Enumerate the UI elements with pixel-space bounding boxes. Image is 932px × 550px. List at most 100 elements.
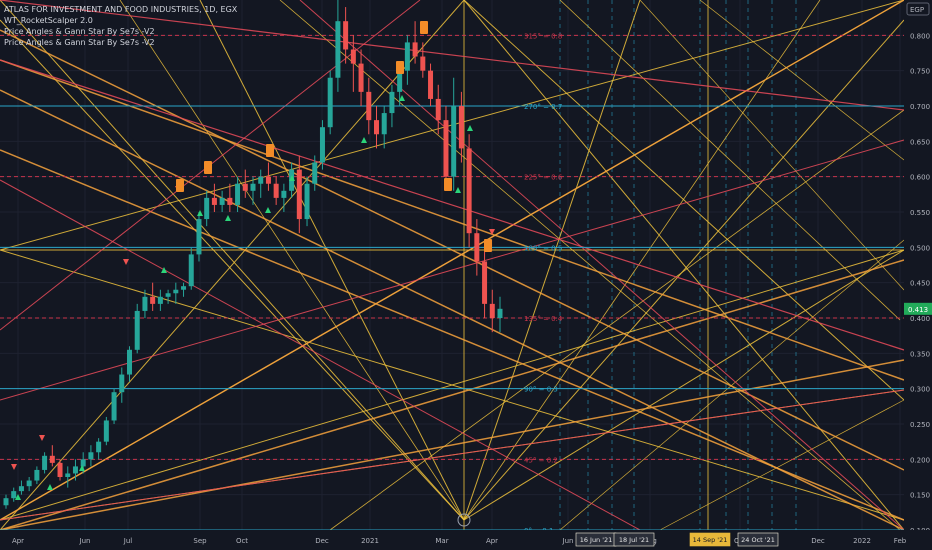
price-tick-label: 0.300 [910,386,930,394]
candle-body [335,21,341,78]
candle-body [281,190,287,198]
date-tag-label: 16 Jun '21 [580,536,613,544]
candle-body [18,486,24,492]
time-tick-label: Dec [315,537,329,545]
price-tick-label: 0.600 [910,174,930,182]
candle-body [296,169,302,220]
candle-body [119,374,125,393]
date-tag-label: 18 Jul '21 [619,536,649,544]
candle-body [34,469,40,481]
rocket-signal-badge [266,144,274,157]
price-tick-label: 0.450 [910,280,930,288]
candle-body [327,77,333,128]
candle-body [428,70,434,99]
price-level-label: 270° = 0.7 [524,103,562,111]
price-tick-label: 0.200 [910,456,930,464]
price-level-label: 90° = 0.3 [524,386,558,394]
time-tick-label: Mar [435,537,448,545]
candle-body [381,113,387,135]
price-tick-label: 0.750 [910,68,930,76]
time-tick-label: Feb [894,537,907,545]
candle-body [72,466,78,474]
candle-body [103,420,109,442]
candle-body [420,56,426,71]
candle-body [374,120,379,135]
candle-body [474,233,480,262]
price-level-label: 225° = 0.6 [524,174,563,182]
candle-body [80,459,86,467]
candle-body [204,197,210,220]
rocket-signal-badge [396,61,404,74]
candle-body [497,308,503,318]
price-level-label: 315° = 0.8 [524,32,562,40]
time-tick-label: Dec [811,537,825,545]
price-tick-label: 0.650 [910,138,930,146]
currency-badge: EGP [910,6,924,14]
candle-body [312,162,318,184]
candle-body [3,498,9,506]
candle-body [188,254,194,287]
candle-body [343,21,349,50]
candle-body [157,296,163,304]
time-tick-label: Apr [486,537,498,545]
candle-body [65,473,71,477]
time-tick-label: Jun [562,537,574,545]
price-tick-label: 0.250 [910,421,930,429]
time-tick-label: Sep [193,537,207,545]
candle-body [489,303,495,318]
candle-body [458,106,464,149]
candle-body [26,480,32,487]
candle-body [111,392,117,421]
price-tick-label: 0.550 [910,209,930,217]
time-axis: AprJunJulSepOctDec2021MarAprJunAugOctDec… [0,530,932,550]
candle-body [412,42,418,57]
time-axis-background [0,530,932,550]
candle-body [142,296,148,311]
candle-body [358,63,364,92]
time-tick-label: Apr [12,537,24,545]
candle-body [219,197,225,205]
price-axis: 0.1000.1500.2000.2500.3000.3500.4000.450… [904,0,932,550]
price-level-label: 180° = 0.5 [524,244,562,252]
date-tag-label: 24 Oct '21 [741,536,775,544]
rocket-signal-badge [420,21,428,34]
time-tick-label: Oct [236,537,248,545]
price-axis-background [904,0,932,550]
date-tag-label: 14 Sep '21 [693,536,728,544]
candle-body [443,120,449,177]
rocket-signal-badge [484,239,492,252]
price-tick-label: 0.500 [910,244,930,252]
candle-body [265,176,271,184]
candle-body [235,183,241,205]
candle-body [258,176,264,184]
candle-body [134,310,140,350]
candle-body [466,148,472,234]
candle-body [57,462,63,477]
candle-body [273,183,279,198]
price-tick-label: 0.700 [910,103,930,111]
chart-canvas[interactable]: 315° = 0.8 270° = 0.7 225° = 0.6 180° = 0.5… [0,0,932,550]
candle-body [482,261,488,304]
candle-body [227,197,233,205]
candle-body [389,91,395,114]
candle-body [42,455,48,470]
time-tick-label: 2021 [361,537,379,545]
rocket-signal-badge [176,179,184,192]
price-tick-label: 0.350 [910,350,930,358]
candle-body [96,441,102,453]
rocket-signal-badge [204,161,212,174]
candle-body [366,91,372,121]
candle-body [451,106,457,177]
candle-body [49,455,55,463]
candle-body [181,286,187,290]
time-tick-label: Jun [79,537,91,545]
candle-body [173,289,179,294]
candle-body [150,296,156,304]
price-chart[interactable]: 315° = 0.8 270° = 0.7 225° = 0.6 180° = 0.5… [0,0,932,550]
candle-body [127,349,132,375]
candle-body [350,49,356,64]
candle-body [165,293,171,297]
candle-body [211,197,217,205]
rocket-signal-badge [444,178,452,191]
candle-body [242,183,248,191]
